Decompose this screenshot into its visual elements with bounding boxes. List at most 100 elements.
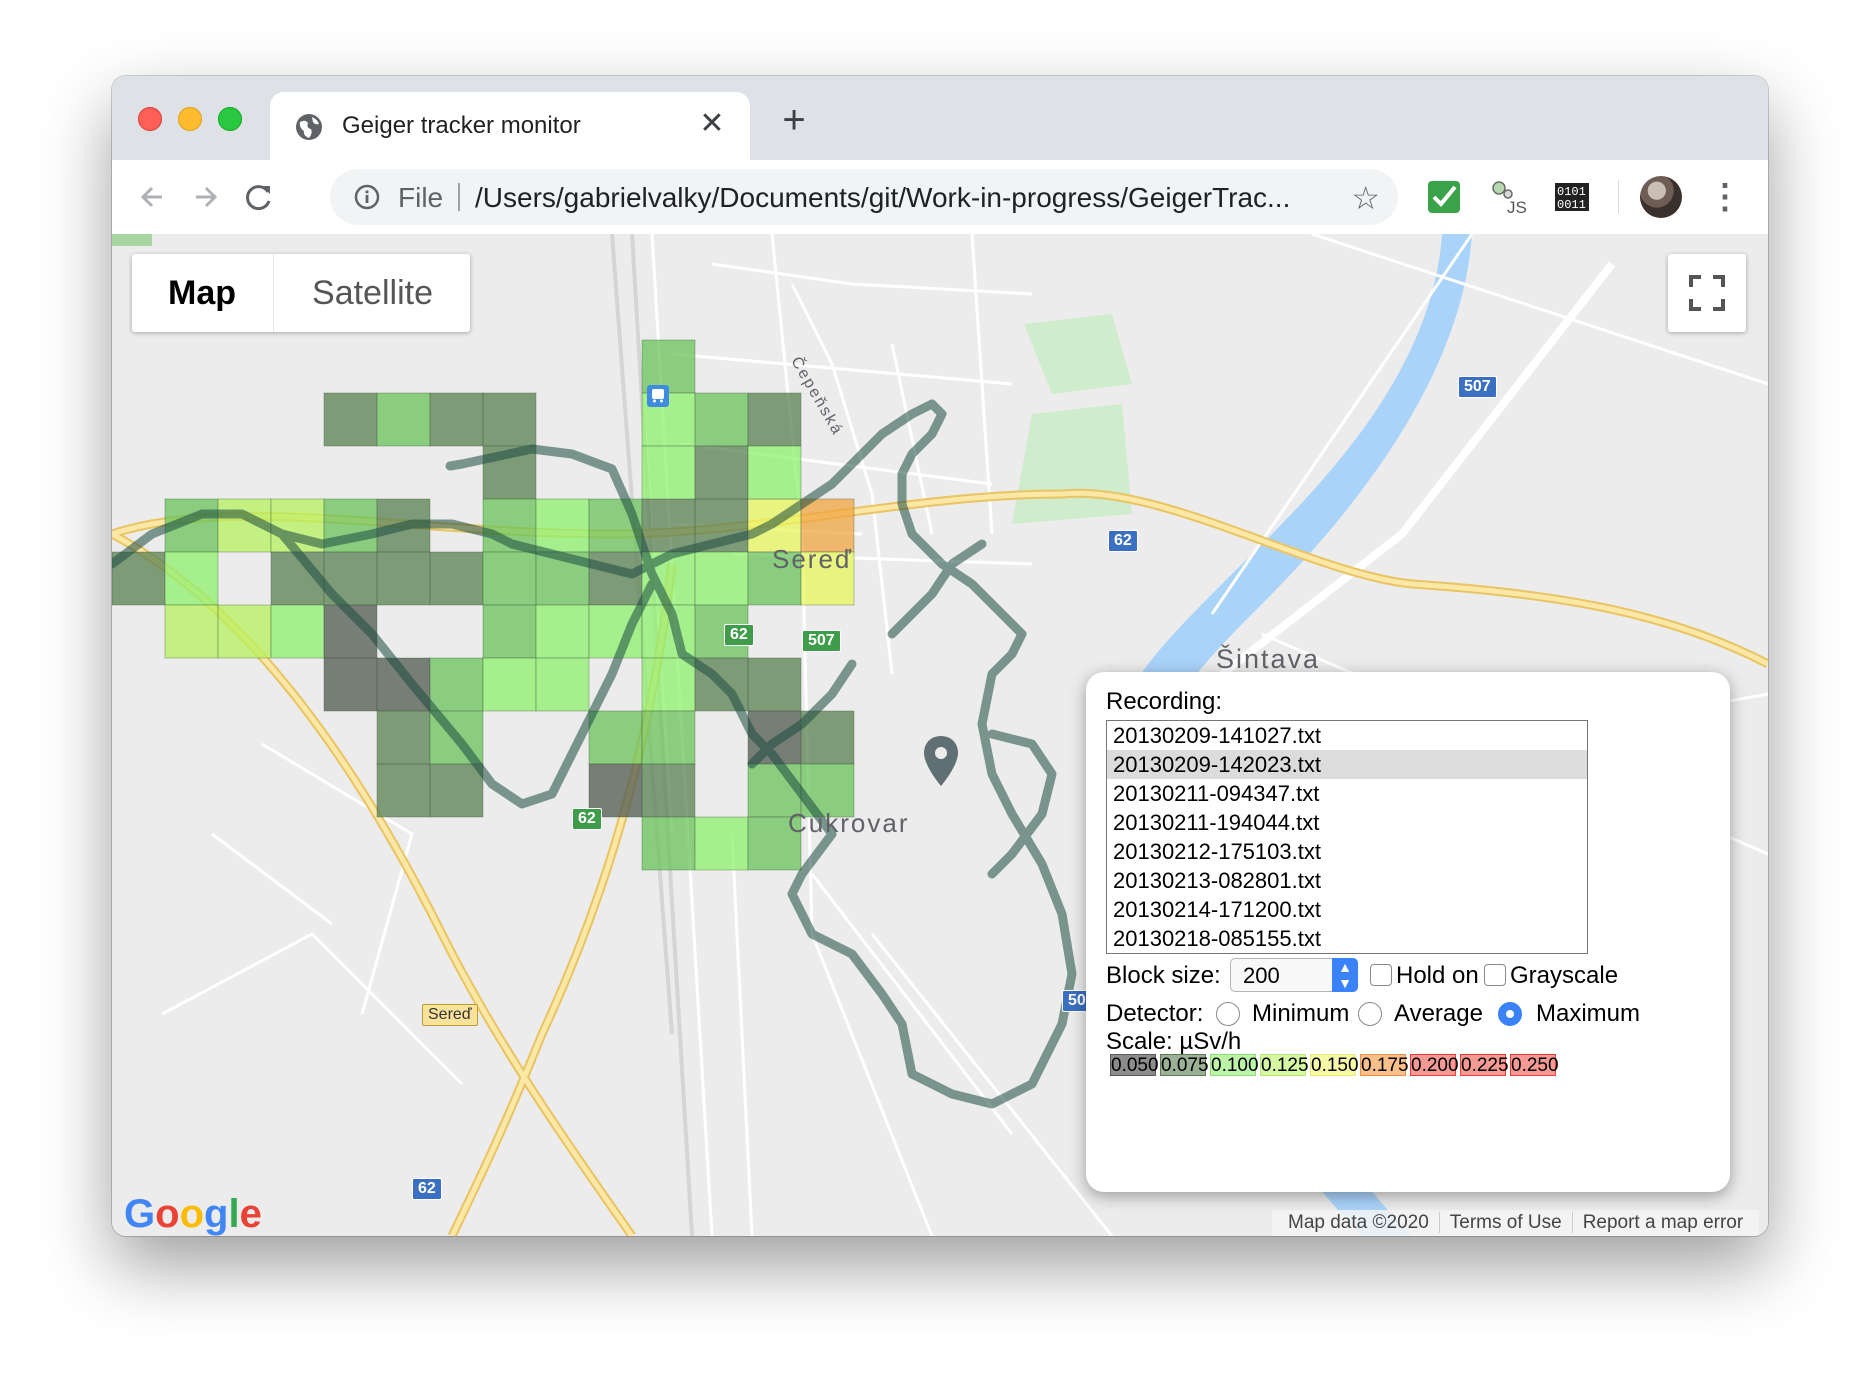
block-size-value: 200 [1243, 963, 1280, 988]
recording-option[interactable]: 20130214-171200.txt [1107, 895, 1587, 924]
close-tab-icon[interactable]: ✕ [696, 108, 728, 140]
close-window-button[interactable] [138, 107, 162, 131]
url-text[interactable]: /Users/gabrielvalky/Documents/git/Work-i… [475, 182, 1290, 214]
scale-cell: 0.200 [1410, 1054, 1459, 1076]
heatmap-block[interactable] [694, 551, 749, 606]
heatmap-block[interactable] [376, 551, 431, 606]
scale-cell: 0.075 [1160, 1054, 1209, 1076]
heatmap-block[interactable] [535, 604, 590, 659]
recording-option[interactable]: 20130218-085155.txt [1107, 924, 1587, 953]
detector-minimum-radio[interactable] [1216, 1002, 1240, 1026]
heatmap-block[interactable] [217, 604, 272, 659]
heatmap-block[interactable] [588, 710, 643, 765]
train-station-icon[interactable] [646, 384, 670, 408]
report-map-error-link[interactable]: Report a map error [1573, 1212, 1754, 1233]
heatmap-block[interactable] [641, 710, 696, 765]
detector-maximum-label: Maximum [1536, 1000, 1641, 1027]
road-shield-62-d: 62 [412, 1178, 442, 1200]
map-type-map-button[interactable]: Map [132, 254, 272, 332]
select-arrows-icon: ▲ ▼ [1332, 958, 1358, 992]
recording-option[interactable]: 20130209-141027.txt [1107, 721, 1587, 750]
road-shield-62-c: 62 [572, 808, 602, 830]
heatmap-block[interactable] [641, 763, 696, 818]
heatmap-block[interactable] [641, 657, 696, 712]
detector-maximum-radio[interactable] [1498, 1002, 1522, 1026]
google-logo-o1: o [155, 1192, 180, 1236]
address-bar[interactable]: File /Users/gabrielvalky/Documents/git/W… [330, 169, 1398, 225]
binary-extension-icon[interactable]: 0101 0011 [1552, 177, 1592, 217]
heatmap-block[interactable] [323, 657, 378, 712]
map-canvas[interactable]: Map Satellite Sereď Šintava Cukrovar Čep… [112, 234, 1768, 1236]
detector-average-radio[interactable] [1358, 1002, 1382, 1026]
checkmark-extension-icon[interactable] [1424, 177, 1464, 217]
heatmap-block[interactable] [588, 551, 643, 606]
heatmap-block[interactable] [482, 657, 537, 712]
heatmap-block[interactable] [747, 445, 802, 500]
heatmap-block[interactable] [376, 710, 431, 765]
heatmap-block[interactable] [323, 392, 378, 447]
tab-title: Geiger tracker monitor [342, 112, 581, 139]
star-icon[interactable]: ☆ [1351, 179, 1380, 217]
js-extension-text: JS [1507, 198, 1527, 217]
globe-icon [296, 114, 322, 140]
omnibox-separator [458, 183, 460, 211]
heatmap-block[interactable] [694, 392, 749, 447]
block-size-select[interactable]: 200 ▲ ▼ [1230, 958, 1358, 992]
map-type-control: Map Satellite [132, 254, 470, 332]
reload-icon[interactable] [236, 174, 282, 220]
zoom-window-button[interactable] [218, 107, 242, 131]
recording-option[interactable]: 20130211-094347.txt [1107, 779, 1587, 808]
location-pin-icon[interactable] [922, 734, 960, 788]
recording-label: Recording: [1106, 688, 1223, 715]
browser-toolbar: File /Users/gabrielvalky/Documents/git/W… [112, 160, 1768, 235]
google-logo: Google [124, 1192, 262, 1236]
heatmap-block[interactable] [482, 604, 537, 659]
recording-option[interactable]: 20130211-194044.txt [1107, 808, 1587, 837]
recording-option[interactable]: 20130213-082801.txt [1107, 866, 1587, 895]
back-icon[interactable] [130, 174, 176, 220]
detector-label: Detector: [1106, 1000, 1204, 1027]
recording-option[interactable]: 20130209-142023.txt [1107, 750, 1587, 779]
grayscale-label: Grayscale [1510, 962, 1619, 989]
minimize-window-button[interactable] [178, 107, 202, 131]
heatmap-block[interactable] [482, 551, 537, 606]
road-label-sered: Sereď [422, 1004, 478, 1026]
heatmap-block[interactable] [694, 445, 749, 500]
heatmap-block[interactable] [535, 498, 590, 553]
profile-avatar[interactable] [1640, 176, 1682, 218]
heatmap-block[interactable] [270, 604, 325, 659]
heatmap-block[interactable] [429, 763, 484, 818]
heatmap-block[interactable] [694, 816, 749, 871]
hold-on-checkbox[interactable] [1370, 964, 1392, 986]
heatmap-block[interactable] [376, 392, 431, 447]
heatmap-block[interactable] [429, 551, 484, 606]
heatmap-block[interactable] [641, 445, 696, 500]
new-tab-button[interactable]: + [774, 100, 814, 140]
map-type-satellite-button[interactable]: Satellite [273, 254, 471, 332]
active-tab[interactable]: Geiger tracker monitor ✕ [270, 92, 750, 160]
terms-of-use-link[interactable]: Terms of Use [1439, 1212, 1573, 1233]
js-extension-icon[interactable]: JS [1488, 177, 1528, 217]
heatmap-block[interactable] [429, 392, 484, 447]
heatmap-block[interactable] [747, 392, 802, 447]
recording-listbox[interactable]: 20130209-141027.txt 20130209-142023.txt 20… [1106, 720, 1588, 954]
forward-icon[interactable] [182, 174, 228, 220]
detector-minimum-label: Minimum [1252, 1000, 1350, 1027]
heatmap-block[interactable] [641, 498, 696, 553]
fullscreen-button[interactable] [1668, 254, 1746, 332]
heatmap-block[interactable] [376, 763, 431, 818]
info-icon[interactable] [352, 182, 382, 212]
heatmap-block[interactable] [482, 392, 537, 447]
recording-option[interactable]: 20130212-175103.txt [1107, 837, 1587, 866]
grayscale-checkbox[interactable] [1484, 964, 1506, 986]
menu-icon[interactable]: ⋮ [1708, 176, 1742, 218]
scale-cell: 0.225 [1460, 1054, 1509, 1076]
heatmap-block[interactable] [535, 657, 590, 712]
heatmap-block[interactable] [747, 657, 802, 712]
heatmap-block[interactable] [641, 816, 696, 871]
heatmap-block[interactable] [164, 604, 219, 659]
heatmap-block[interactable] [164, 551, 219, 606]
heatmap-block[interactable] [429, 657, 484, 712]
binary-text-top: 0101 [1557, 185, 1586, 199]
toolbar-divider [1618, 180, 1619, 214]
